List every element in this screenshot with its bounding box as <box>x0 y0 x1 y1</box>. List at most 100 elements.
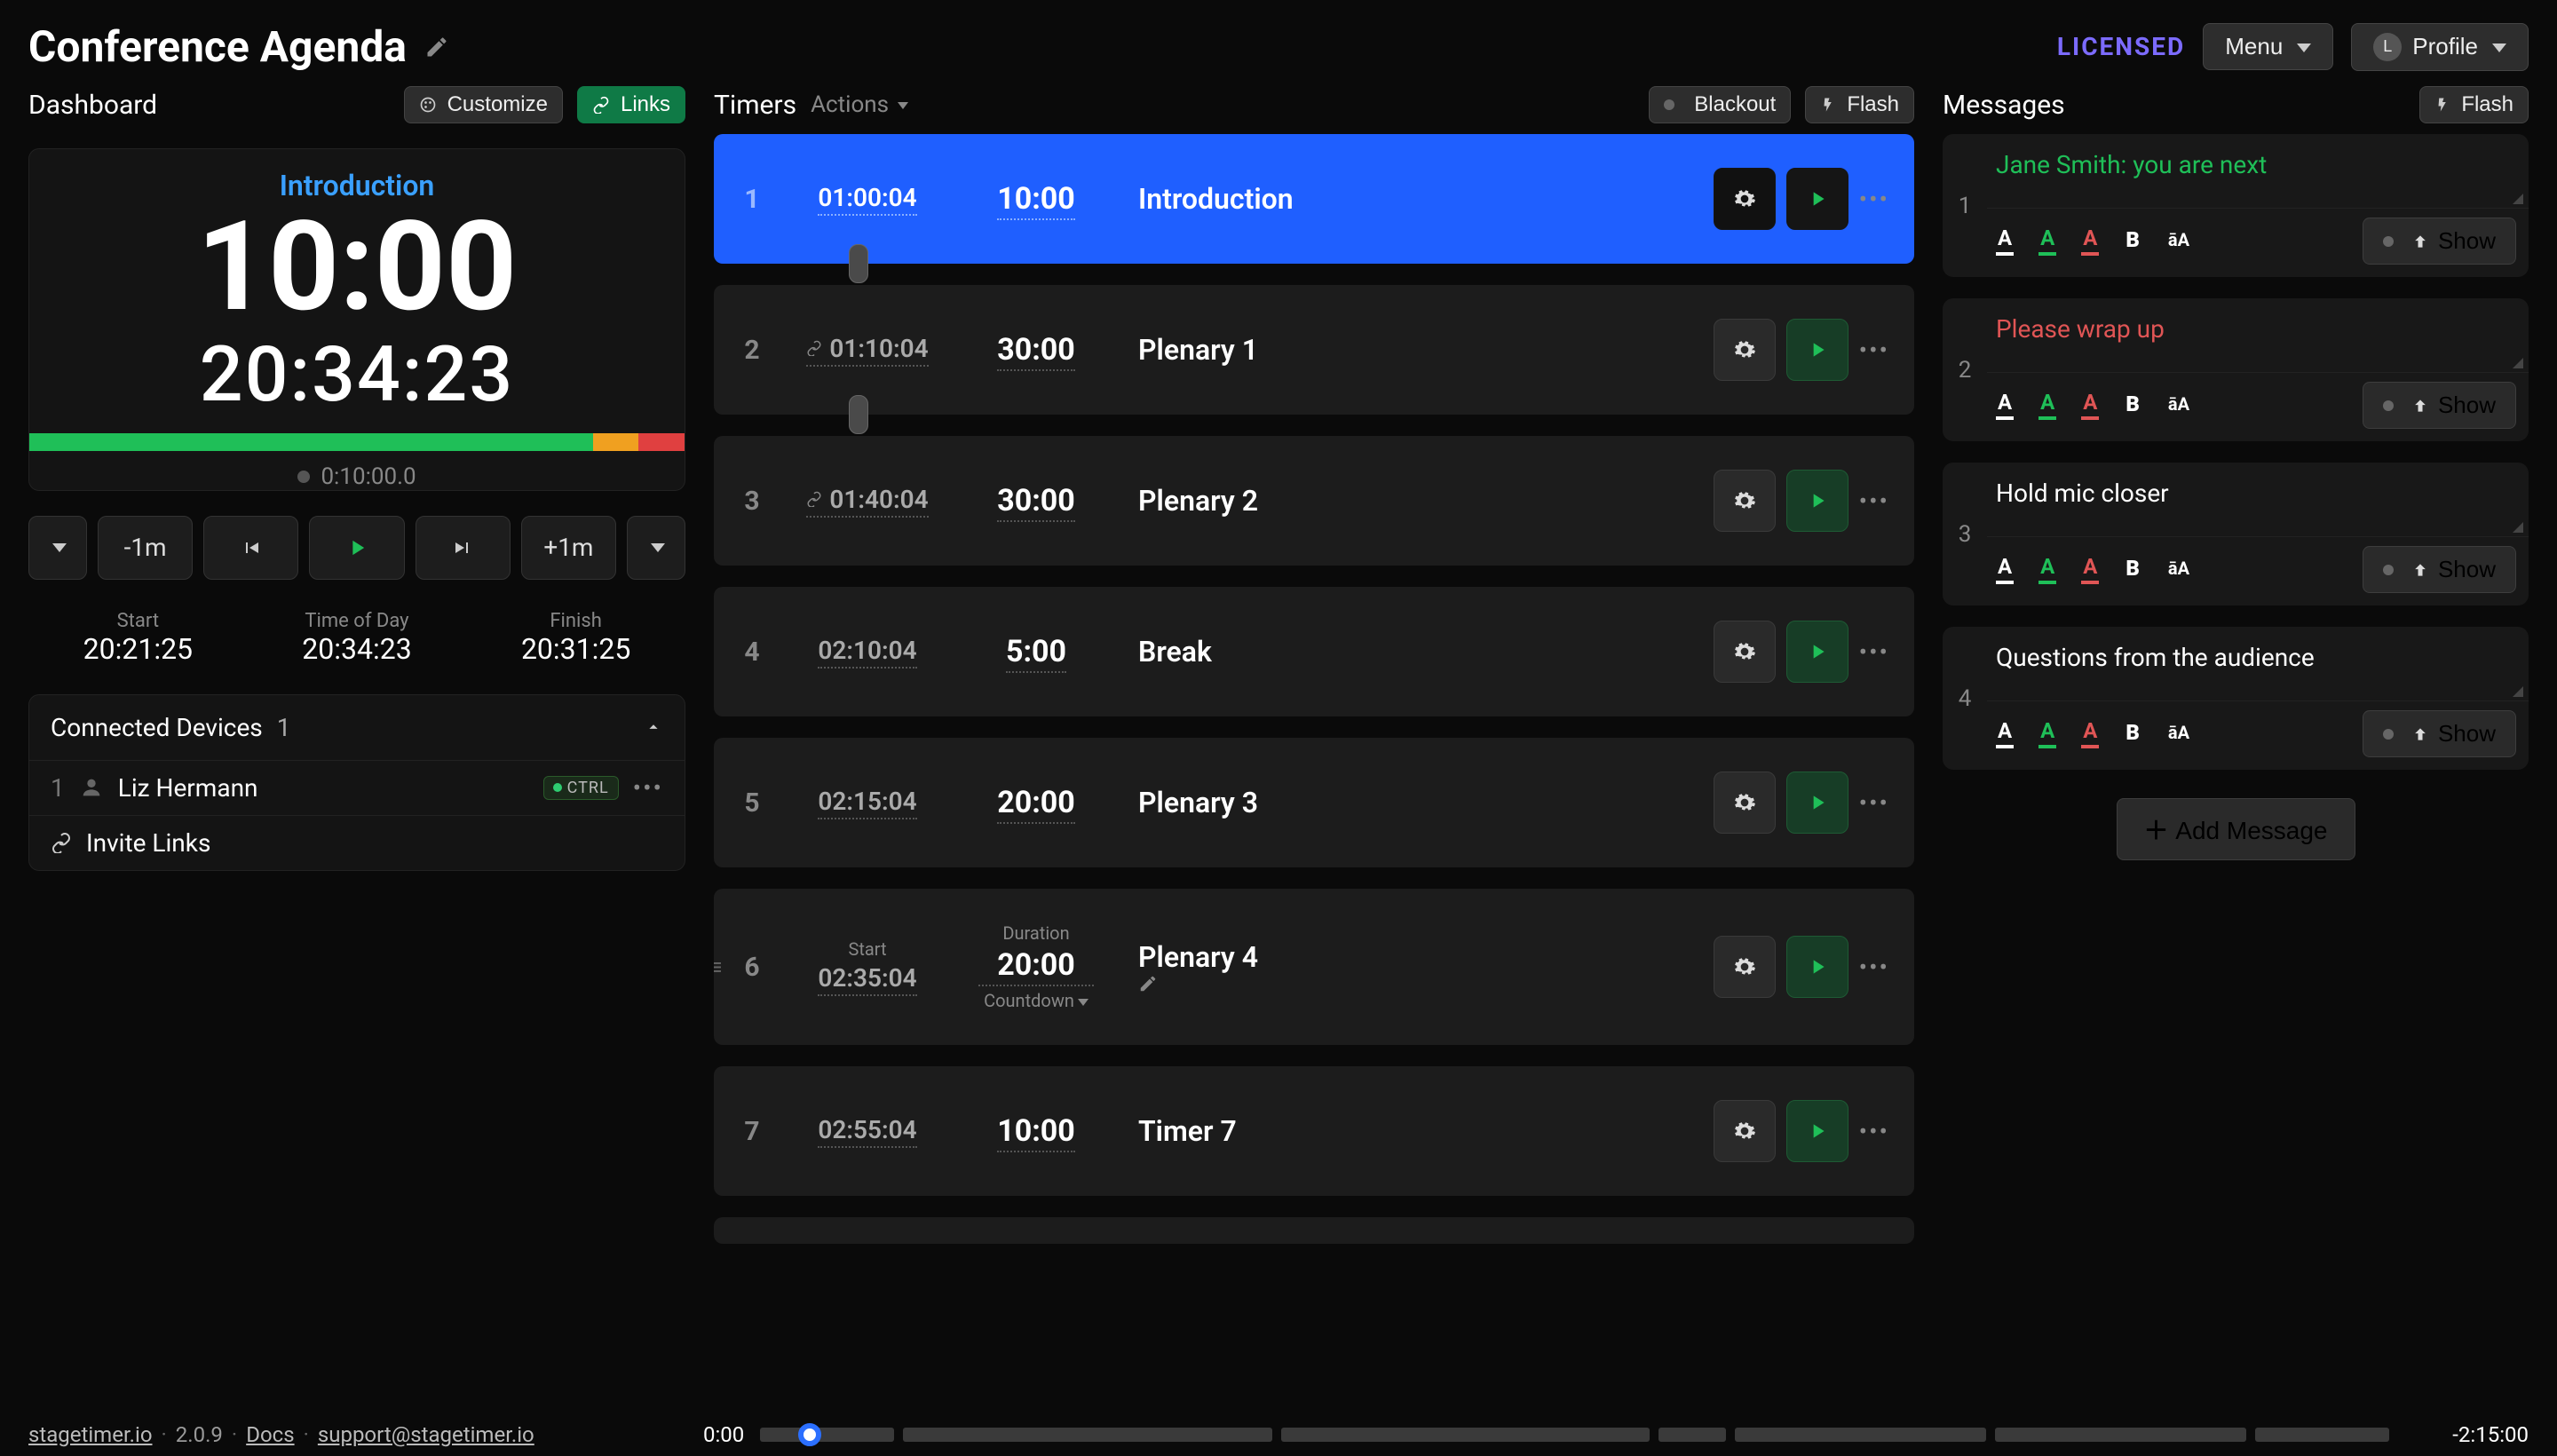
bold-button[interactable]: B <box>2124 229 2141 254</box>
timer-row[interactable]: 201:10:0430:00Plenary 1••• <box>714 285 1914 415</box>
more-icon[interactable]: ••• <box>1859 487 1889 516</box>
docs-link[interactable]: Docs <box>246 1422 294 1447</box>
plus-1m-button[interactable]: +1m <box>521 516 616 580</box>
more-icon[interactable]: ••• <box>1859 788 1889 818</box>
caps-button[interactable]: āA <box>2166 559 2191 581</box>
menu-button[interactable]: Menu <box>2203 23 2333 70</box>
timer-settings-button[interactable] <box>1714 936 1776 998</box>
color-white-button[interactable]: A <box>1996 720 2014 748</box>
color-red-button[interactable]: A <box>2081 556 2099 584</box>
message-text[interactable]: Hold mic closer <box>1987 463 2529 536</box>
timer-row[interactable]: 702:55:0410:00Timer 7••• <box>714 1066 1914 1196</box>
timer-settings-button[interactable] <box>1714 621 1776 683</box>
more-icon[interactable]: ••• <box>1859 637 1889 667</box>
show-message-button[interactable]: Show <box>2363 382 2516 429</box>
color-red-button[interactable]: A <box>2081 720 2099 748</box>
more-icon[interactable]: ••• <box>1859 953 1889 982</box>
timer-name[interactable]: Plenary 4 <box>1138 940 1678 993</box>
timer-duration[interactable]: 20:00 <box>978 947 1094 986</box>
color-green-button[interactable]: A <box>2038 556 2056 584</box>
caps-button[interactable]: āA <box>2166 724 2191 745</box>
show-message-button[interactable]: Show <box>2363 218 2516 265</box>
timer-duration[interactable]: 30:00 <box>997 332 1075 371</box>
timer-duration[interactable]: 5:00 <box>1006 634 1066 673</box>
more-icon[interactable]: ••• <box>1859 336 1889 365</box>
drag-handle-icon[interactable]: ≡ <box>714 954 722 981</box>
timer-name[interactable]: Plenary 1 <box>1138 333 1678 367</box>
timer-name[interactable]: Plenary 3 <box>1138 786 1678 819</box>
timer-offset[interactable]: 02:15:04 <box>818 787 916 819</box>
timer-name[interactable]: Plenary 2 <box>1138 484 1678 518</box>
profile-button[interactable]: L Profile <box>2351 23 2529 71</box>
timer-row[interactable]: 101:00:0410:00Introduction••• <box>714 134 1914 264</box>
timer-name[interactable]: Timer 7 <box>1138 1114 1678 1148</box>
timer-settings-button[interactable] <box>1714 470 1776 532</box>
timer-play-button[interactable] <box>1786 168 1848 230</box>
bold-button[interactable]: B <box>2124 558 2141 582</box>
resize-handle[interactable] <box>849 244 868 283</box>
timer-settings-button[interactable] <box>1714 1100 1776 1162</box>
timer-row[interactable] <box>714 1217 1914 1244</box>
timer-name[interactable]: Break <box>1138 635 1678 669</box>
brand-link[interactable]: stagetimer.io <box>28 1422 153 1447</box>
more-icon[interactable]: ••• <box>633 773 663 803</box>
color-green-button[interactable]: A <box>2038 227 2056 256</box>
timer-play-button[interactable] <box>1786 772 1848 834</box>
show-message-button[interactable]: Show <box>2363 710 2516 757</box>
color-red-button[interactable]: A <box>2081 227 2099 256</box>
timer-row[interactable]: ≡6Start02:35:04Duration20:00CountdownPle… <box>714 889 1914 1045</box>
timeline-scrubber[interactable] <box>760 1424 2436 1445</box>
timer-offset[interactable]: 02:55:04 <box>818 1115 916 1148</box>
color-green-button[interactable]: A <box>2038 720 2056 748</box>
timer-offset[interactable]: 01:00:04 <box>818 183 916 216</box>
flash-messages-button[interactable]: Flash <box>2419 86 2529 123</box>
timer-play-button[interactable] <box>1786 470 1848 532</box>
color-white-button[interactable]: A <box>1996 227 2014 256</box>
timer-row[interactable]: 502:15:0420:00Plenary 3••• <box>714 738 1914 867</box>
timer-play-button[interactable] <box>1786 1100 1848 1162</box>
message-text[interactable]: Questions from the audience <box>1987 627 2529 700</box>
bold-button[interactable]: B <box>2124 393 2141 418</box>
caps-button[interactable]: āA <box>2166 395 2191 416</box>
more-icon[interactable]: ••• <box>1859 185 1889 214</box>
next-button[interactable] <box>416 516 511 580</box>
timer-settings-button[interactable] <box>1714 319 1776 381</box>
support-link[interactable]: support@stagetimer.io <box>318 1422 534 1447</box>
timer-duration[interactable]: 10:00 <box>997 1113 1075 1152</box>
plus-dropdown[interactable] <box>627 516 685 580</box>
edit-name-icon[interactable] <box>1138 974 1678 993</box>
more-icon[interactable]: ••• <box>1859 1117 1889 1146</box>
timer-play-button[interactable] <box>1786 319 1848 381</box>
device-row[interactable]: 1 Liz Hermann CTRL ••• <box>29 760 685 815</box>
timer-duration[interactable]: 30:00 <box>997 483 1075 522</box>
timer-name[interactable]: Introduction <box>1138 182 1678 216</box>
timer-duration[interactable]: 20:00 <box>997 785 1075 824</box>
timer-play-button[interactable] <box>1786 936 1848 998</box>
timer-row[interactable]: 301:40:0430:00Plenary 2••• <box>714 436 1914 566</box>
timer-offset[interactable]: 02:10:04 <box>818 636 916 669</box>
minus-dropdown[interactable] <box>28 516 87 580</box>
timer-row[interactable]: 402:10:045:00Break••• <box>714 587 1914 716</box>
message-text[interactable]: Jane Smith: you are next <box>1987 134 2529 208</box>
play-button[interactable] <box>309 516 404 580</box>
prev-button[interactable] <box>203 516 298 580</box>
timer-duration[interactable]: 10:00 <box>997 181 1075 220</box>
minus-1m-button[interactable]: -1m <box>98 516 193 580</box>
timer-offset[interactable]: 02:35:04 <box>818 963 916 996</box>
invite-links-row[interactable]: Invite Links <box>29 815 685 870</box>
caps-button[interactable]: āA <box>2166 231 2191 252</box>
connected-devices-header[interactable]: Connected Devices 1 <box>29 695 685 760</box>
show-message-button[interactable]: Show <box>2363 546 2516 593</box>
blackout-button[interactable]: Blackout <box>1649 86 1791 123</box>
flash-timers-button[interactable]: Flash <box>1805 86 1914 123</box>
color-green-button[interactable]: A <box>2038 392 2056 420</box>
timer-offset[interactable]: 01:10:04 <box>806 334 928 367</box>
color-white-button[interactable]: A <box>1996 392 2014 420</box>
links-button[interactable]: Links <box>577 86 685 123</box>
resize-handle[interactable] <box>849 395 868 434</box>
color-white-button[interactable]: A <box>1996 556 2014 584</box>
mode-dropdown[interactable]: Countdown <box>984 990 1089 1011</box>
bold-button[interactable]: B <box>2124 722 2141 747</box>
timers-actions-dropdown[interactable]: Actions <box>811 91 908 118</box>
edit-title-icon[interactable] <box>424 35 449 59</box>
